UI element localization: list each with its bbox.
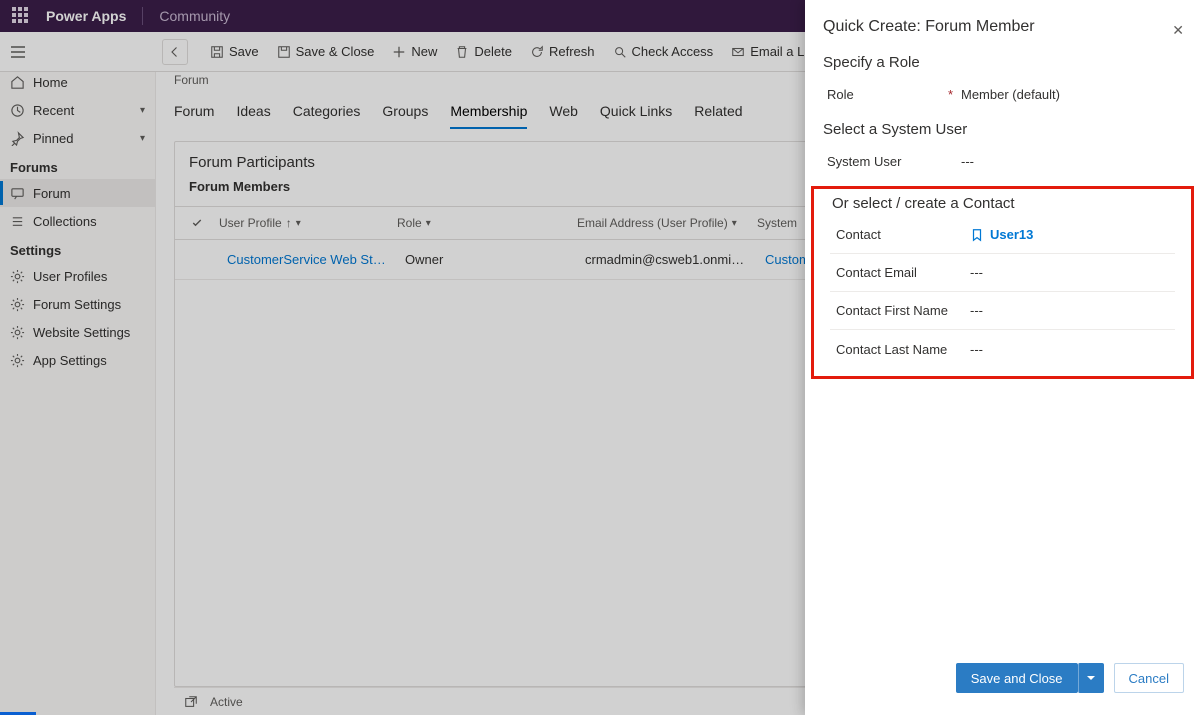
- gear-icon: [10, 353, 25, 368]
- divider: [142, 7, 143, 25]
- gear-icon: [10, 325, 25, 340]
- home-icon: [10, 75, 25, 90]
- nav-app-settings[interactable]: App Settings: [0, 346, 155, 374]
- contact-email-value[interactable]: ---: [970, 265, 1175, 280]
- panel-title: Quick Create: Forum Member: [805, 0, 1200, 46]
- contact-fname-label: Contact First Name: [830, 303, 970, 318]
- nav-label: Pinned: [33, 131, 73, 146]
- col-email[interactable]: Email Address (User Profile) ▾: [569, 216, 749, 230]
- nav-label: App Settings: [33, 353, 107, 368]
- nav-collections[interactable]: Collections: [0, 207, 155, 235]
- left-navigation: Home Recent ▾ Pinned ▾ Forums Forum: [0, 32, 156, 715]
- contact-lookup-value[interactable]: User13: [970, 227, 1175, 242]
- tab-web[interactable]: Web: [549, 103, 578, 129]
- field-contact-email[interactable]: Contact Email ---: [830, 254, 1175, 292]
- section-contact: Or select / create a Contact: [814, 189, 1191, 216]
- role-label: Role: [821, 87, 961, 102]
- gear-icon: [10, 297, 25, 312]
- tab-quick-links[interactable]: Quick Links: [600, 103, 672, 129]
- nav-recent[interactable]: Recent ▾: [0, 96, 155, 124]
- nav-section-settings: Settings: [0, 235, 155, 262]
- chevron-down-icon: ▾: [140, 105, 145, 116]
- nav-label: Home: [33, 75, 68, 90]
- field-role[interactable]: Role Member (default): [821, 75, 1184, 113]
- sort-asc-icon: ↑: [286, 216, 292, 230]
- check-access-button[interactable]: Check Access: [613, 44, 714, 59]
- tab-groups[interactable]: Groups: [382, 103, 428, 129]
- tab-categories[interactable]: Categories: [293, 103, 361, 129]
- nav-label: Collections: [33, 214, 97, 229]
- col-user-profile[interactable]: User Profile ↑ ▾: [211, 216, 389, 230]
- nav-user-profiles[interactable]: User Profiles: [0, 262, 155, 290]
- nav-pinned[interactable]: Pinned ▾: [0, 124, 155, 152]
- popout-icon[interactable]: [184, 695, 198, 709]
- gear-icon: [10, 269, 25, 284]
- chevron-down-icon: ▾: [732, 218, 737, 229]
- system-user-value[interactable]: ---: [961, 154, 1184, 169]
- hamburger-icon[interactable]: [6, 40, 30, 64]
- system-user-label: System User: [821, 154, 961, 169]
- nav-label: Website Settings: [33, 325, 130, 340]
- refresh-button[interactable]: Refresh: [530, 44, 595, 59]
- cancel-button[interactable]: Cancel: [1114, 663, 1184, 693]
- community-label: Community: [159, 8, 230, 24]
- user-profile-link[interactable]: CustomerService Web Staging: [219, 252, 397, 267]
- nav-label: Forum: [33, 186, 71, 201]
- tab-forum[interactable]: Forum: [174, 103, 214, 129]
- field-contact-last-name[interactable]: Contact Last Name ---: [830, 330, 1175, 368]
- chevron-down-icon: ▾: [296, 218, 301, 229]
- brand-name: Power Apps: [46, 8, 126, 24]
- tab-related[interactable]: Related: [694, 103, 742, 129]
- chevron-down-icon: ▾: [140, 133, 145, 144]
- field-contact-first-name[interactable]: Contact First Name ---: [830, 292, 1175, 330]
- chat-icon: [10, 186, 25, 201]
- panel-footer: Save and Close Cancel: [805, 651, 1200, 715]
- nav-home[interactable]: Home: [0, 68, 155, 96]
- contact-label: Contact: [830, 227, 970, 242]
- delete-button[interactable]: Delete: [455, 44, 512, 59]
- save-and-close-button[interactable]: Save & Close: [277, 44, 375, 59]
- record-status: Active: [210, 695, 243, 709]
- contact-lname-label: Contact Last Name: [830, 342, 970, 357]
- tab-membership[interactable]: Membership: [450, 103, 527, 129]
- nav-forum-settings[interactable]: Forum Settings: [0, 290, 155, 318]
- nav-section-forums: Forums: [0, 152, 155, 179]
- nav-label: User Profiles: [33, 269, 107, 284]
- email-cell: crmadmin@csweb1.onmicros...: [577, 252, 757, 267]
- select-all-checkbox[interactable]: [175, 217, 211, 229]
- role-value[interactable]: Member (default): [961, 87, 1184, 102]
- tab-ideas[interactable]: Ideas: [236, 103, 270, 129]
- pin-icon: [10, 131, 25, 146]
- contact-section-highlight: Or select / create a Contact Contact Use…: [811, 186, 1194, 379]
- close-button[interactable]: ✕: [1172, 22, 1184, 39]
- app-launcher-icon[interactable]: [12, 7, 30, 25]
- col-role[interactable]: Role ▾: [389, 216, 569, 230]
- save-and-close-split-button[interactable]: [1078, 663, 1104, 693]
- contact-lname-value[interactable]: ---: [970, 342, 1175, 357]
- field-contact[interactable]: Contact User13: [830, 216, 1175, 254]
- section-system-user: Select a System User: [805, 113, 1200, 142]
- save-and-close-button[interactable]: Save and Close: [956, 663, 1078, 693]
- nav-label: Forum Settings: [33, 297, 121, 312]
- back-button[interactable]: [162, 39, 188, 65]
- nav-forum[interactable]: Forum: [0, 179, 155, 207]
- chevron-down-icon: ▾: [426, 218, 431, 229]
- nav-website-settings[interactable]: Website Settings: [0, 318, 155, 346]
- save-button[interactable]: Save: [210, 44, 259, 59]
- contact-fname-value[interactable]: ---: [970, 303, 1175, 318]
- new-button[interactable]: New: [392, 44, 437, 59]
- field-system-user[interactable]: System User ---: [821, 142, 1184, 180]
- role-cell: Owner: [397, 252, 577, 267]
- list-icon: [10, 214, 25, 229]
- contact-email-label: Contact Email: [830, 265, 970, 280]
- section-role: Specify a Role: [805, 46, 1200, 75]
- clock-icon: [10, 103, 25, 118]
- nav-label: Recent: [33, 103, 74, 118]
- quick-create-panel: Quick Create: Forum Member ✕ Specify a R…: [805, 0, 1200, 715]
